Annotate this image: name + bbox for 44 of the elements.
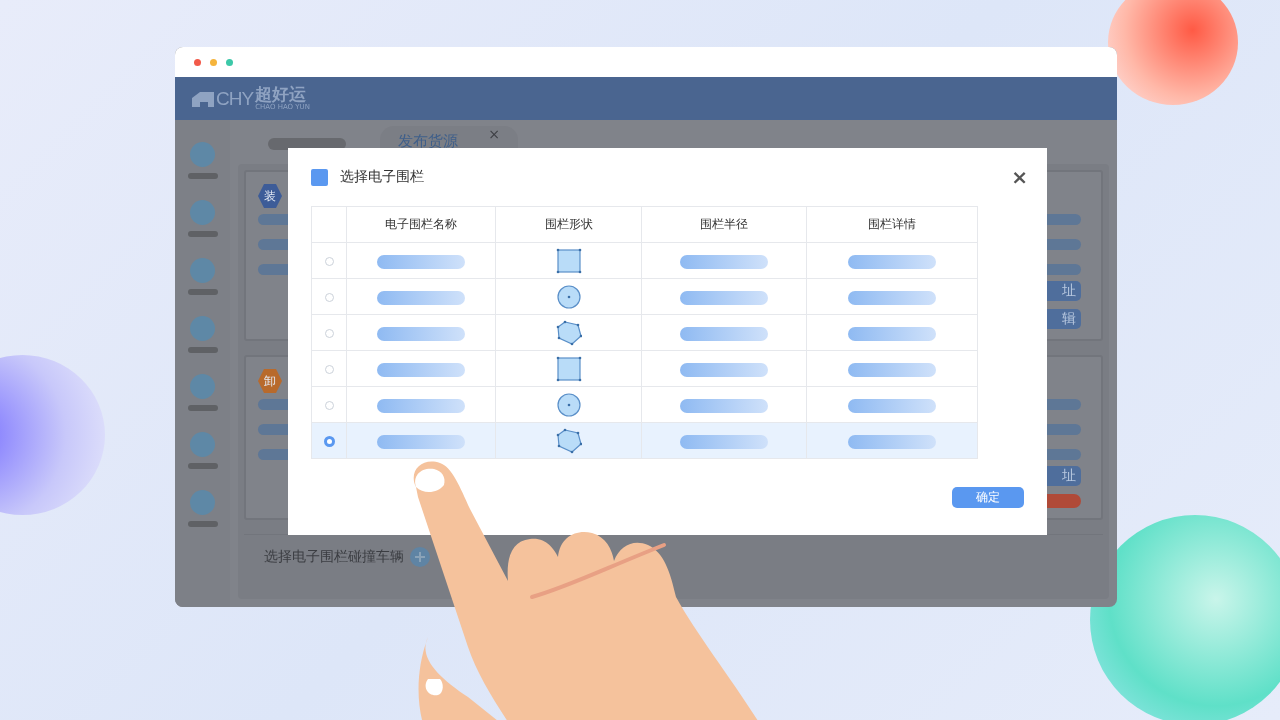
address-badge: 卸	[258, 369, 282, 393]
radio-button[interactable]	[324, 329, 334, 338]
square-shape-icon	[555, 355, 582, 382]
sidebar-label-placeholder	[187, 231, 218, 237]
sidebar-icon[interactable]	[190, 316, 215, 341]
sidebar-label-placeholder	[187, 289, 218, 295]
sidebar-icon[interactable]	[190, 258, 215, 283]
radio-button[interactable]	[323, 436, 335, 447]
dialog-title: 选择电子围栏	[340, 168, 425, 186]
square-shape-icon	[555, 247, 582, 274]
radio-button[interactable]	[324, 257, 334, 266]
sidebar-label-placeholder	[187, 463, 218, 469]
sidebar-icon[interactable]	[190, 374, 215, 399]
confirm-button[interactable]: 确定	[952, 487, 1024, 508]
column-header: 电子围栏名称	[346, 206, 496, 243]
pentagon-shape-icon	[555, 319, 582, 346]
column-header: 围栏形状	[495, 206, 642, 243]
sidebar-label-placeholder	[187, 521, 218, 527]
window-minimize-dot[interactable]	[210, 58, 217, 66]
radio-button[interactable]	[324, 401, 334, 410]
circle-shape-icon	[555, 391, 582, 418]
sidebar-icon[interactable]	[190, 200, 215, 225]
truck-icon	[192, 90, 214, 107]
column-header: 围栏详情	[806, 206, 978, 243]
sidebar-icon[interactable]	[190, 490, 215, 515]
sidebar-label-placeholder	[187, 405, 218, 411]
close-button[interactable]: ×	[1011, 165, 1028, 189]
circle-shape-icon	[555, 283, 582, 310]
section-label: 选择电子围栏碰撞车辆	[264, 548, 404, 566]
window-close-dot[interactable]	[194, 58, 201, 66]
sidebar-icon[interactable]	[190, 142, 215, 167]
sidebar-label-placeholder	[187, 347, 218, 353]
add-icon[interactable]	[410, 547, 430, 567]
pentagon-shape-icon	[555, 427, 582, 454]
address-badge: 装	[258, 184, 282, 208]
radio-button[interactable]	[324, 293, 334, 302]
logo-name: 超好运	[255, 86, 308, 103]
square-icon	[311, 168, 328, 186]
window-maximize-dot[interactable]	[226, 58, 233, 66]
logo-letters: CHY	[216, 87, 254, 110]
column-header: 围栏半径	[641, 206, 807, 243]
sidebar-label-placeholder	[187, 173, 218, 179]
radio-button[interactable]	[324, 365, 334, 374]
sidebar-icon[interactable]	[190, 432, 215, 457]
